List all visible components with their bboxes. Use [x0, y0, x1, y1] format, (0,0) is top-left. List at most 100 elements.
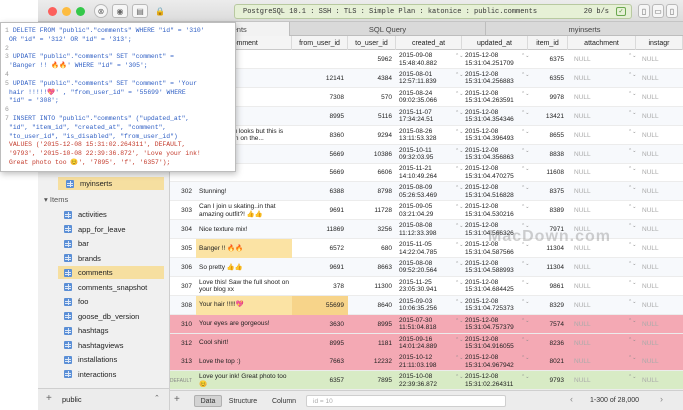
table-row[interactable]: 308 Your hair !!!!!💖 55699 8640 2015-09-03 10… [170, 295, 683, 315]
cell-to-user-id[interactable]: 5962 [348, 50, 396, 69]
cell-from-user-id[interactable]: 12141 [292, 69, 348, 88]
sidebar-item-installations[interactable]: installations [64, 353, 164, 366]
cell-created-at[interactable]: 2015-10-12 21:11:03.198 [396, 352, 462, 371]
cell-from-user-id[interactable]: 6388 [292, 182, 348, 201]
cell-from-user-id[interactable]: 7308 [292, 88, 348, 107]
cell-to-user-id[interactable]: 8798 [348, 182, 396, 201]
right-panel-icon[interactable]: ▯ [666, 4, 678, 18]
cell-attachment[interactable]: NULL [568, 296, 636, 315]
cell-from-user-id[interactable]: 55699 [292, 295, 348, 315]
cell-created-at[interactable]: 2015-11-07 17:34:24.51 [396, 107, 462, 126]
stepper-icon[interactable]: ⌃⌄ [455, 148, 463, 159]
cell-from-user-id[interactable]: 5669 [292, 163, 348, 182]
sidebar-section-items[interactable]: ▾ Items [44, 195, 68, 204]
cell-item-id[interactable]: 11304 [528, 258, 568, 277]
cell-to-user-id[interactable]: 8995 [348, 315, 396, 334]
cell-to-user-id[interactable]: 8663 [348, 258, 396, 277]
stepper-icon[interactable]: ⌃⌄ [628, 261, 636, 272]
stop-icon[interactable]: ⊗ [94, 4, 108, 18]
cell-created-at[interactable]: 2015-09-03 10:06:35.256 [396, 296, 462, 315]
cell-comment[interactable]: Cool shirt! [196, 334, 292, 353]
stepper-icon[interactable]: ⌃⌄ [628, 148, 636, 159]
table-row[interactable]: look how you looks but this is look I've… [170, 126, 683, 145]
stepper-icon[interactable]: ⌃⌄ [455, 224, 463, 234]
table-row[interactable]: s shot xx73085702015-08-2409:02:35.06620… [170, 88, 683, 107]
cell-updated-at[interactable]: 2015-12-08 15:31:04.916055 [462, 334, 528, 353]
stepper-icon[interactable]: ⌃⌄ [455, 72, 463, 83]
stepper-icon[interactable]: ⌃⌄ [521, 337, 529, 348]
cell-instagram[interactable]: NULL [636, 220, 683, 239]
cell-comment[interactable]: Can I join u skating..in that amazing ou… [196, 201, 292, 220]
sidebar-item-foo[interactable]: foo [64, 295, 164, 308]
cell-attachment[interactable]: NULL [568, 258, 636, 277]
column-header-attachment[interactable]: attachment [568, 36, 636, 50]
stepper-icon[interactable]: ⌃⌄ [521, 375, 529, 385]
cell-to-user-id[interactable]: 11300 [348, 277, 396, 296]
data-view-button[interactable]: Data [194, 395, 222, 407]
table-row[interactable]: 310 Your eyes are gorgeous! 3630 8995 2015-0… [170, 314, 683, 334]
cell-updated-at[interactable]: 2015-12-08 15:31:04.396493 [462, 126, 528, 145]
cell-updated-at[interactable]: 2015-12-08 15:31:02.264311 [462, 371, 528, 390]
structure-view-button[interactable]: Structure [224, 395, 262, 407]
cell-item-id[interactable]: 8655 [528, 126, 568, 145]
cell-id[interactable]: 303 [170, 201, 196, 220]
cell-comment[interactable]: Your eyes are gorgeous! [196, 315, 292, 334]
cell-to-user-id[interactable]: 11728 [348, 201, 396, 220]
cell-to-user-id[interactable]: 570 [348, 88, 396, 107]
stepper-icon[interactable]: ⌃⌄ [521, 129, 529, 140]
cell-created-at[interactable]: 2015-08-24 09:02:35.066 [396, 88, 462, 107]
cell-to-user-id[interactable]: 9294 [348, 126, 396, 145]
stepper-icon[interactable]: ⌃⌄ [628, 91, 636, 102]
stepper-icon[interactable]: ⌃⌄ [628, 318, 636, 329]
cell-instagram[interactable]: NULL [636, 182, 683, 201]
cell-attachment[interactable]: NULL [568, 69, 636, 88]
cell-id[interactable]: 313 [170, 352, 196, 371]
column-header-from-user-id[interactable]: from_user_id [292, 36, 348, 50]
table-row[interactable]: 312 Cool shirt! 8995 1181 2015-09-16 14:01:24… [170, 333, 683, 353]
cell-to-user-id[interactable]: 5116 [348, 107, 396, 126]
stepper-icon[interactable]: ⌃⌄ [628, 356, 636, 366]
sidebar-item-goose-db-version[interactable]: goose_db_version [64, 310, 164, 323]
tab-sql-query[interactable]: SQL Query [290, 22, 485, 36]
stepper-icon[interactable]: ⌃⌄ [521, 280, 529, 291]
cell-comment[interactable]: Banger !! 🔥🔥 [196, 239, 292, 258]
add-icon[interactable]: + [46, 393, 52, 404]
table-row[interactable]: 303 Can I join u skating..in that amazing… [170, 201, 683, 221]
stepper-icon[interactable]: ⌃⌄ [455, 186, 463, 196]
cell-from-user-id[interactable]: 6357 [292, 371, 348, 390]
cell-instagram[interactable]: NULL [636, 126, 683, 145]
cell-comment[interactable]: Love your ink! Great photo too 😊 [196, 371, 292, 390]
cell-instagram[interactable]: NULL [636, 371, 683, 390]
cell-created-at[interactable]: 2015-08-26 13:11:53.328 [396, 126, 462, 145]
cell-from-user-id[interactable] [292, 50, 348, 69]
cell-attachment[interactable]: NULL [568, 145, 636, 164]
table-row[interactable]: 5669 6606 2015-11-21 14:10:49.264 2015-12-08… [170, 163, 683, 183]
cell-updated-at[interactable]: 2015-12-08 15:31:04.725373 [462, 296, 528, 315]
cell-updated-at[interactable]: 2015-12-08 15:31:04.263591 [462, 88, 528, 107]
cell-id[interactable]: 310 [170, 315, 196, 334]
sidebar-item-app-for-leave[interactable]: app_for_leave [64, 223, 164, 236]
cell-created-at[interactable]: 2015-08-01 12:57:11.839 [396, 69, 462, 88]
cell-attachment[interactable]: NULL [568, 107, 636, 126]
sidebar-item-myinserts[interactable]: myinserts [58, 177, 164, 190]
cell-updated-at[interactable]: 2015-12-08 15:31:04.757379 [462, 315, 528, 334]
stepper-icon[interactable]: ⌃⌄ [521, 72, 529, 83]
cell-item-id[interactable]: 9793 [528, 371, 568, 390]
cell-id[interactable]: 304 [170, 220, 196, 239]
bottom-panel-icon[interactable]: ▭ [652, 4, 664, 18]
sidebar-item-activities[interactable]: activities [64, 208, 164, 221]
cell-from-user-id[interactable]: 5669 [292, 145, 348, 164]
stepper-icon[interactable]: ⌃⌄ [521, 318, 529, 329]
cell-updated-at[interactable]: 2015-12-08 15:31:04.967942 [462, 352, 528, 371]
stepper-icon[interactable]: ⌃⌄ [628, 224, 636, 234]
cell-to-user-id[interactable]: 1181 [348, 334, 396, 353]
column-header-updated-at[interactable]: updated_at [462, 36, 528, 50]
cell-id[interactable]: 308 [170, 296, 196, 315]
cell-created-at[interactable]: 2015-08-08 11:12:33.398 [396, 220, 462, 239]
stepper-icon[interactable]: ⌃⌄ [455, 91, 463, 102]
cell-created-at[interactable]: 2015-09-05 03:21:04.29 [396, 201, 462, 220]
cell-instagram[interactable]: NULL [636, 277, 683, 296]
stepper-icon[interactable]: ⌃⌄ [628, 167, 636, 177]
stepper-icon[interactable]: ⌃⌄ [628, 299, 636, 310]
cell-updated-at[interactable]: 2015-12-08 15:31:04.256883 [462, 69, 528, 88]
